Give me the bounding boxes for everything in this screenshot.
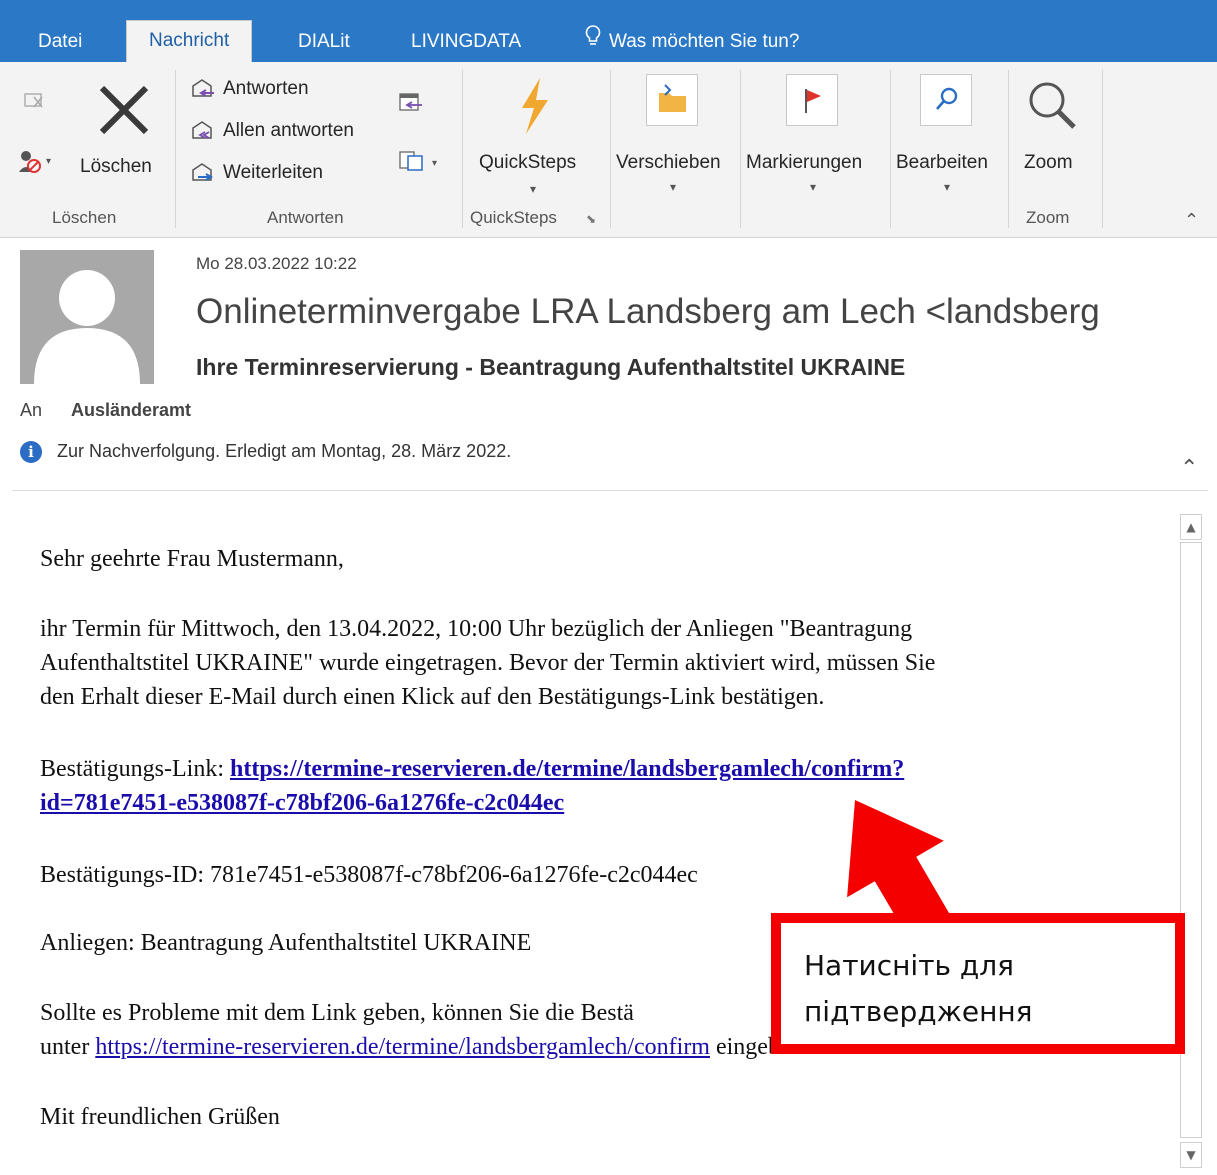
confirmation-id: Bestätigungs-ID: 781e7451-e538087f-c78bf… <box>40 862 698 888</box>
closing: Mit freundlichen Grüßen <box>40 1104 280 1130</box>
confirm-link-line: Bestätigungs-Link: https://termine-reser… <box>40 756 904 783</box>
tags-label: Markierungen <box>746 152 863 173</box>
tab-nachricht[interactable]: Nachricht <box>126 20 253 62</box>
zoom-label: Zoom <box>1024 152 1073 173</box>
to-label: An <box>20 400 43 420</box>
zoom-button[interactable]: Zoom <box>1014 72 1094 200</box>
tags-button[interactable]: Markierungen ▾ <box>744 72 888 200</box>
junk-icon[interactable]: ▾ <box>18 148 52 180</box>
callout-line: Натисніть для <box>804 949 1015 982</box>
reply-all-icon <box>192 121 212 139</box>
body-text-line: den Erhalt dieser E-Mail durch einen Kli… <box>40 684 825 710</box>
body-text-line: ihr Termin für Mittwoch, den 13.04.2022,… <box>40 616 913 642</box>
more-respond-icon[interactable]: ▾ <box>398 148 448 178</box>
reply-label: Antworten <box>223 78 309 99</box>
message-subject: Ihre Terminreservierung - Beantragung Au… <box>196 354 906 380</box>
followup-info: Zur Nachverfolgung. Erledigt am Montag, … <box>57 441 512 461</box>
manual-confirm-link[interactable]: https://termine-reservieren.de/termine/l… <box>95 1034 710 1060</box>
scrollbar[interactable]: ▲ ▼ <box>1176 512 1208 1172</box>
scroll-down-icon[interactable]: ▼ <box>1180 1142 1202 1168</box>
delete-label: Löschen <box>80 156 152 177</box>
svg-text:▾: ▾ <box>46 156 51 167</box>
tab-dialit[interactable]: DIALit <box>298 24 350 62</box>
group-label-delete: Löschen <box>52 208 117 227</box>
tab-livingdata[interactable]: LIVINGDATA <box>411 24 521 62</box>
reply-icon <box>192 79 214 97</box>
ribbon: ▾ Löschen Löschen Antworten Allen antwor… <box>0 62 1217 238</box>
forward-icon <box>192 163 213 181</box>
collapse-header-icon[interactable]: ⌃ <box>1180 456 1198 481</box>
editing-label: Bearbeiten <box>896 152 988 173</box>
forward-button[interactable]: Weiterleiten <box>190 160 390 190</box>
annotation-callout: Натисніть для підтвердження <box>771 913 1185 1054</box>
greeting: Sehr geehrte Frau Mustermann, <box>40 546 344 572</box>
info-icon: i <box>20 441 42 463</box>
dialog-launcher-icon[interactable]: ⬊ <box>586 212 596 226</box>
confirm-link[interactable]: https://termine-reservieren.de/termine/l… <box>230 756 904 782</box>
problem-text-line: unter https://termine-reservieren.de/ter… <box>40 1034 809 1060</box>
ribbon-tab-bar: Datei Nachricht DIALit LIVINGDATA Was mö… <box>0 0 1217 62</box>
search-icon <box>920 74 972 126</box>
lightbulb-icon <box>585 24 601 60</box>
confirm-link-continued[interactable]: id=781e7451-e538087f-c78bf206-6a1276fe-c… <box>40 790 564 816</box>
zoom-icon <box>1029 82 1076 129</box>
header-divider <box>12 490 1208 491</box>
message-date: Mo 28.03.2022 10:22 <box>196 254 357 273</box>
move-button[interactable]: Verschieben ▾ <box>614 72 734 200</box>
reply-button[interactable]: Antworten <box>190 76 390 106</box>
quicksteps-label: QuickSteps <box>479 152 577 173</box>
avatar <box>20 250 154 384</box>
group-label-quicksteps: QuickSteps <box>470 208 557 227</box>
move-label: Verschieben <box>616 152 721 173</box>
editing-button[interactable]: Bearbeiten ▾ <box>894 72 1006 200</box>
ignore-icon[interactable] <box>22 88 46 116</box>
tab-datei[interactable]: Datei <box>38 24 82 62</box>
flag-icon <box>786 74 838 126</box>
concern-text: Anliegen: Beantragung Aufenthaltstitel U… <box>40 930 532 956</box>
folder-move-icon <box>646 74 698 126</box>
collapse-ribbon-icon[interactable]: ⌃ <box>1184 210 1199 231</box>
forward-label: Weiterleiten <box>223 162 323 183</box>
message-body: Sehr geehrte Frau Mustermann, ihr Termin… <box>12 500 1172 1175</box>
confirm-link-label: Bestätigungs-Link: <box>40 756 230 782</box>
reply-all-button[interactable]: Allen antworten <box>190 118 390 148</box>
recipient-name[interactable]: Ausländeramt <box>71 400 191 421</box>
problem-text: Sollte es Probleme mit dem Link geben, k… <box>40 1000 634 1026</box>
lightning-icon <box>522 78 548 134</box>
close-icon <box>99 85 149 135</box>
quicksteps-button[interactable]: QuickSteps ▾ <box>474 72 600 200</box>
reply-all-label: Allen antworten <box>223 120 354 141</box>
sender-name[interactable]: Onlineterminvergabe LRA Landsberg am Lec… <box>196 292 1100 332</box>
callout-line: підтвердження <box>804 995 1033 1028</box>
svg-text:▾: ▾ <box>432 158 437 169</box>
delete-button[interactable]: Löschen <box>76 76 168 196</box>
scroll-up-icon[interactable]: ▲ <box>1180 514 1202 540</box>
group-label-zoom: Zoom <box>1026 208 1070 227</box>
tell-me-text: Was möchten Sie tun? <box>609 31 800 53</box>
confirm-link-line: id=781e7451-e538087f-c78bf206-6a1276fe-c… <box>40 790 564 817</box>
meeting-reply-icon[interactable] <box>398 90 424 118</box>
body-text-line: Aufenthaltstitel UKRAINE" wurde eingetra… <box>40 650 936 676</box>
group-label-respond: Antworten <box>267 208 344 227</box>
tell-me-box[interactable]: Was möchten Sie tun? <box>585 24 799 62</box>
